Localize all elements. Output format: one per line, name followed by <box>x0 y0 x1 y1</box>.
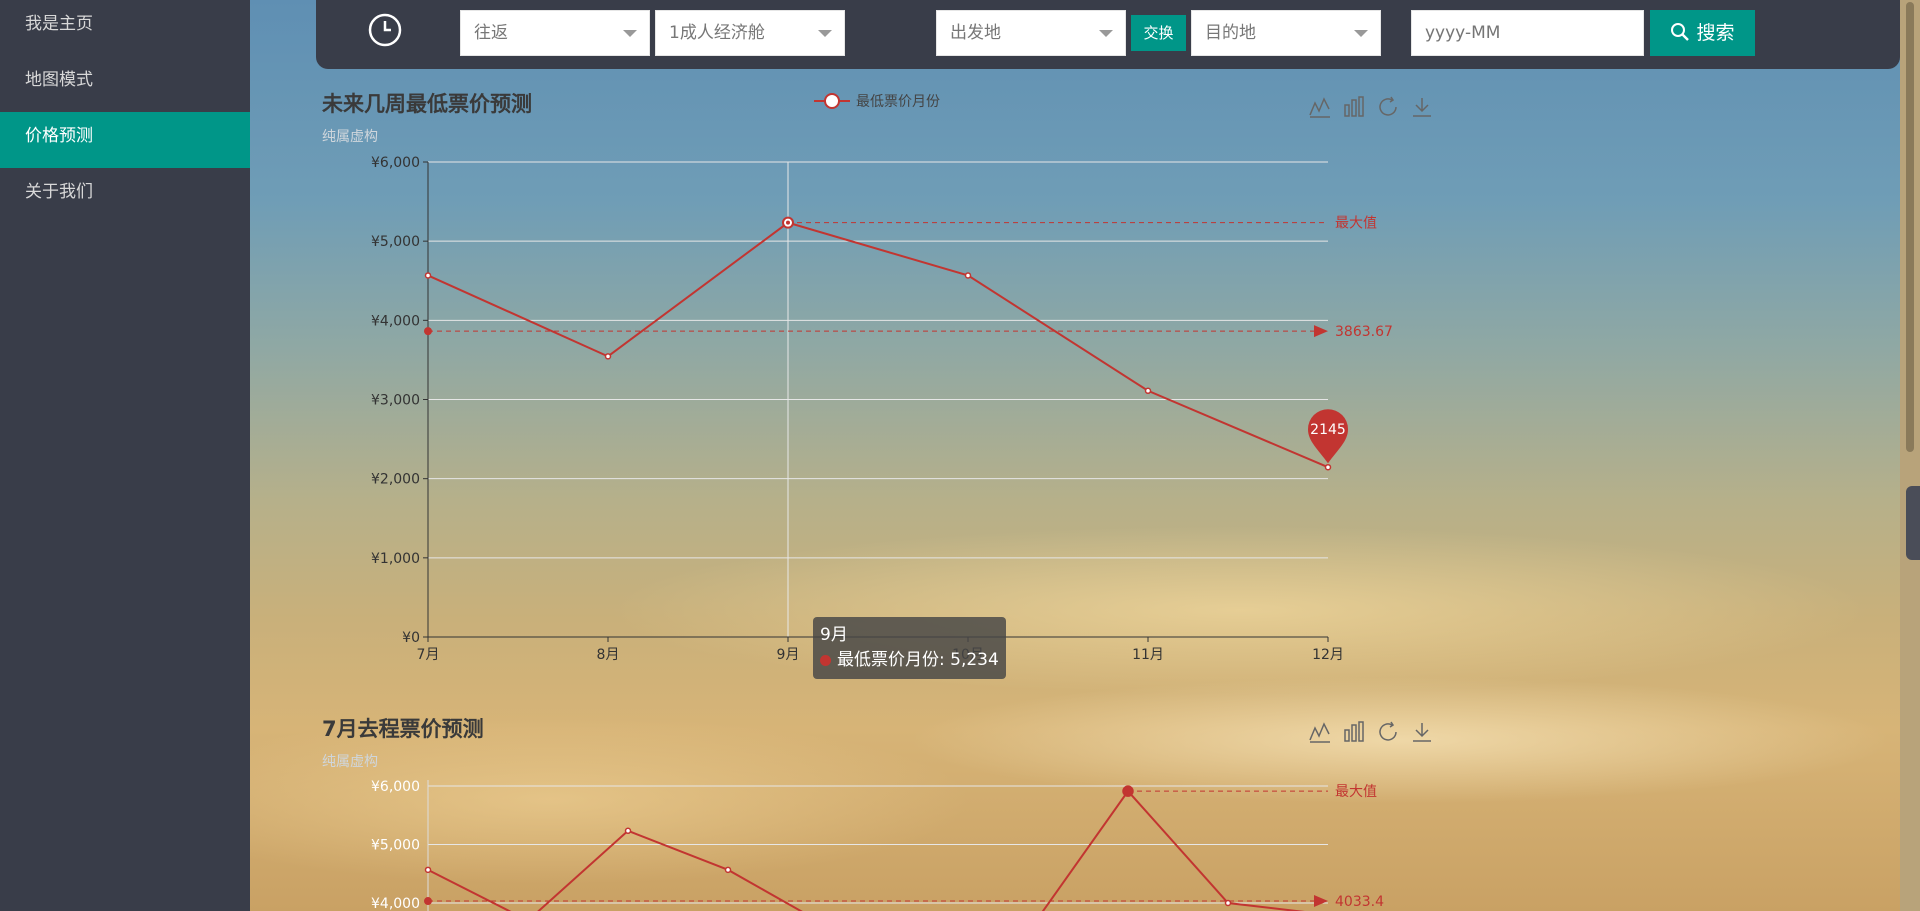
markline-average-start <box>424 897 432 906</box>
data-point <box>624 827 632 835</box>
y-tick-label: ¥6,000 <box>371 779 420 795</box>
data-point <box>1122 785 1134 797</box>
y-tick-label: ¥4,000 <box>371 896 420 911</box>
y-tick-label: ¥5,000 <box>371 838 420 854</box>
markline-average-label: 4033.4 <box>1335 894 1384 910</box>
chart2-plot: ¥4,000 ¥5,000 ¥6,000 最大值 4033.4 <box>371 779 1384 911</box>
chart2-gridlines: ¥4,000 ¥5,000 ¥6,000 <box>371 779 1328 911</box>
markline-average-arrow <box>1314 895 1328 908</box>
data-point <box>424 866 432 874</box>
chart2-series-line <box>427 789 1305 911</box>
data-point <box>724 866 732 874</box>
chart2-points <box>424 785 1232 907</box>
data-point <box>1224 899 1232 907</box>
chart2-marklines: 最大值 4033.4 <box>424 784 1384 910</box>
markline-max-label: 最大值 <box>1335 784 1377 800</box>
